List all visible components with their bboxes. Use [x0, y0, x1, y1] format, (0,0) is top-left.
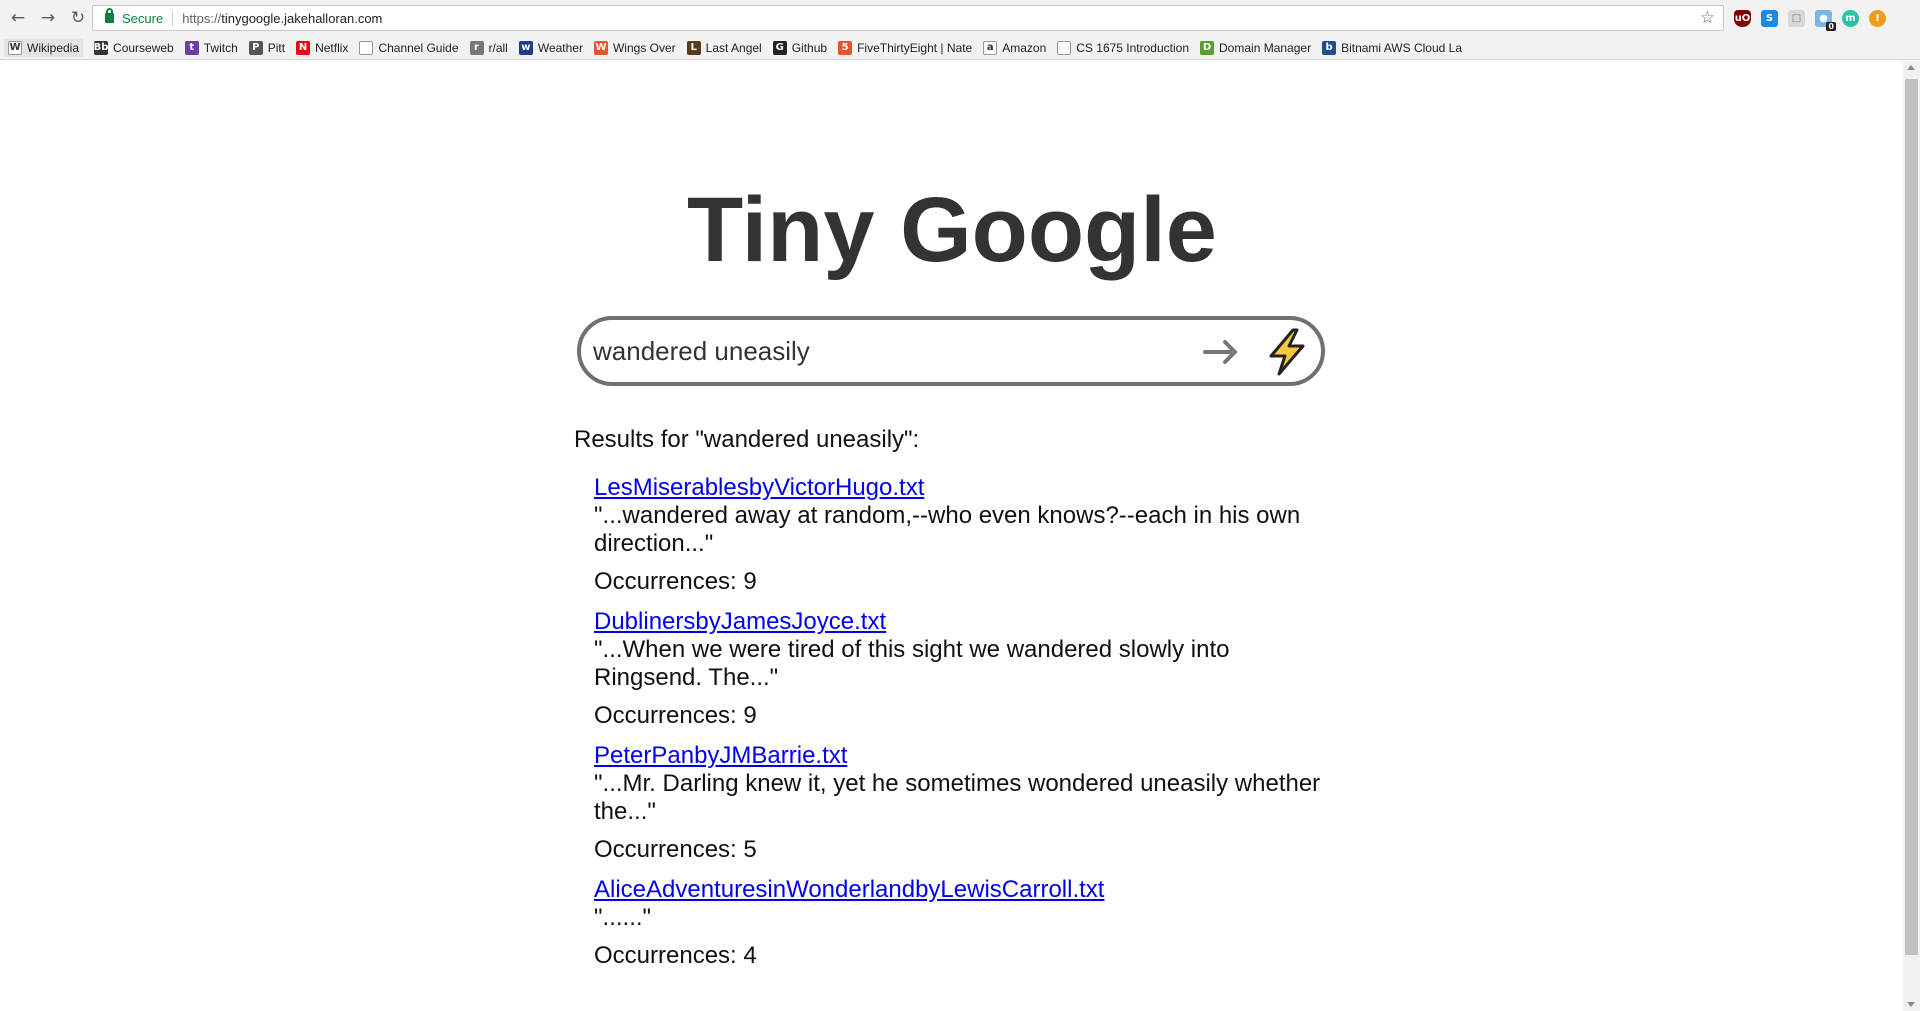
bookmark-label: Channel Guide [378, 40, 459, 55]
bookmark-label: Wings Over [612, 40, 676, 55]
search-box [577, 316, 1325, 386]
bookmark-label: Twitch [203, 40, 238, 55]
result-item: LesMiserablesbyVictorHugo.txt "...wandere… [594, 474, 1334, 596]
address-bar[interactable]: Secure https://tinygoogle.jakehalloran.c… [92, 5, 1724, 31]
bookmark-label: Last Angel [705, 40, 762, 55]
url-host: tinygoogle.jakehalloran.com [221, 10, 383, 26]
lightning-bolt-icon[interactable] [1263, 328, 1311, 376]
bookmark-item[interactable]: t Twitch [184, 40, 238, 55]
bookmarks-bar: W Wikipedia Bb Courseweb t Twitch P Pitt N Netfli… [0, 36, 1920, 60]
back-arrow-icon[interactable]: ← [4, 4, 32, 32]
bookmark-item[interactable]: w Weather [518, 40, 583, 55]
bookmark-item[interactable]: CS 1675 Introduction [1057, 40, 1190, 55]
result-file-link[interactable]: DublinersbyJamesJoyce.txt [594, 608, 1334, 636]
bookmark-item[interactable]: D Domain Manager [1200, 40, 1312, 55]
netflix-icon: N [296, 40, 311, 55]
bookmark-label: Pitt [267, 40, 286, 55]
last-angel-icon: L [686, 40, 701, 55]
bookmark-item[interactable]: W Wikipedia [4, 38, 84, 57]
secure-label: Secure [122, 10, 164, 26]
browser-toolbar: ← → ↻ Secure https://tinygoogle.jakehall… [0, 0, 1920, 36]
bookmark-label: Netflix [315, 40, 349, 55]
extensions-area: uO S □ ● 0 m ! [1734, 8, 1886, 31]
bitnami-icon: b [1322, 40, 1337, 55]
ublock-icon[interactable]: uO [1734, 9, 1751, 27]
result-snippet: "...Mr. Darling knew it, yet he sometime… [594, 770, 1321, 825]
wings-over-icon: W [593, 40, 608, 55]
shopping-extension-icon[interactable]: ● 0 [1815, 9, 1836, 31]
search-input[interactable] [593, 330, 1153, 372]
bookmark-label: r/all [488, 40, 508, 55]
result-file-link[interactable]: AliceAdventuresinWonderlandbyLewisCarrol… [594, 876, 1334, 904]
bookmark-label: Github [791, 40, 828, 55]
chat-extension-icon[interactable]: □ [1788, 9, 1805, 27]
bookmark-label: Courseweb [113, 40, 174, 55]
page-icon [359, 40, 374, 55]
results-list: LesMiserablesbyVictorHugo.txt "...wandere… [594, 474, 1334, 982]
scroll-up-arrow-icon[interactable] [1907, 65, 1915, 70]
result-file-link[interactable]: PeterPanbyJMBarrie.txt [594, 742, 1334, 770]
bookmark-item[interactable]: L Last Angel [686, 40, 762, 55]
amazon-icon: a [983, 40, 998, 55]
lock-icon [105, 8, 114, 23]
bookmark-item[interactable]: P Pitt [248, 40, 286, 55]
arrow-right-icon[interactable] [1201, 332, 1241, 372]
s-extension-icon[interactable]: S [1761, 9, 1778, 27]
pitt-icon: P [248, 40, 263, 55]
forward-arrow-icon[interactable]: → [34, 4, 62, 32]
bookmark-item[interactable]: G Github [772, 40, 828, 55]
domain-manager-icon: D [1200, 40, 1215, 55]
m-extension-icon[interactable]: m [1842, 9, 1859, 27]
bookmark-item[interactable]: W Wings Over [593, 40, 676, 55]
vertical-scrollbar[interactable] [1903, 61, 1920, 1011]
bookmark-item[interactable]: b Bitnami AWS Cloud La [1322, 40, 1463, 55]
bookmark-label: CS 1675 Introduction [1076, 40, 1190, 55]
url-scheme: https:// [182, 10, 222, 26]
scroll-down-arrow-icon[interactable] [1907, 1002, 1915, 1007]
result-occurrences: Occurrences: 4 [594, 942, 757, 969]
wikipedia-icon: W [8, 40, 22, 55]
bookmark-item[interactable]: Bb Courseweb [93, 40, 174, 55]
result-snippet: "...When we were tired of this sight we … [594, 636, 1230, 691]
bookmark-label: Bitnami AWS Cloud La [1341, 40, 1463, 55]
bookmark-label: Weather [537, 40, 583, 55]
bookmark-item[interactable]: N Netflix [296, 40, 349, 55]
bookmark-item[interactable]: r r/all [469, 40, 508, 55]
reddit-icon: r [469, 40, 484, 55]
bookmark-label: Domain Manager [1219, 40, 1312, 55]
bookmark-item[interactable]: Channel Guide [359, 40, 459, 55]
bookmark-star-icon[interactable]: ☆ [1700, 8, 1715, 28]
github-icon: G [772, 40, 787, 55]
result-occurrences: Occurrences: 9 [594, 702, 757, 729]
result-item: AliceAdventuresinWonderlandbyLewisCarrol… [594, 876, 1334, 970]
fivethirtyeight-icon: 5 [838, 40, 853, 55]
url-separator [172, 10, 174, 26]
page-icon [1057, 40, 1072, 55]
result-item: DublinersbyJamesJoyce.txt "...When we wer… [594, 608, 1334, 730]
result-occurrences: Occurrences: 9 [594, 568, 757, 595]
bookmark-item[interactable]: 5 FiveThirtyEight | Nate [838, 40, 973, 55]
extension-badge: 0 [1826, 21, 1836, 31]
bookmark-label: Wikipedia [27, 40, 80, 55]
scrollbar-thumb[interactable] [1905, 79, 1918, 955]
orange-extension-icon[interactable]: ! [1869, 9, 1886, 27]
result-snippet: "......" [594, 904, 652, 931]
page-title: Tiny Google [687, 179, 1217, 281]
reload-icon[interactable]: ↻ [64, 4, 92, 32]
weather-icon: w [518, 40, 533, 55]
twitch-icon: t [184, 40, 199, 55]
bookmark-item[interactable]: a Amazon [983, 40, 1047, 55]
courseweb-icon: Bb [93, 40, 109, 55]
bookmark-label: Amazon [1002, 40, 1047, 55]
result-item: PeterPanbyJMBarrie.txt "...Mr. Darling kn… [594, 742, 1334, 864]
results-heading: Results for "wandered uneasily": [574, 426, 920, 453]
result-snippet: "...wandered away at random,--who even k… [594, 502, 1301, 557]
bookmark-label: FiveThirtyEight | Nate [857, 40, 973, 55]
result-file-link[interactable]: LesMiserablesbyVictorHugo.txt [594, 474, 1334, 502]
result-occurrences: Occurrences: 5 [594, 836, 757, 863]
